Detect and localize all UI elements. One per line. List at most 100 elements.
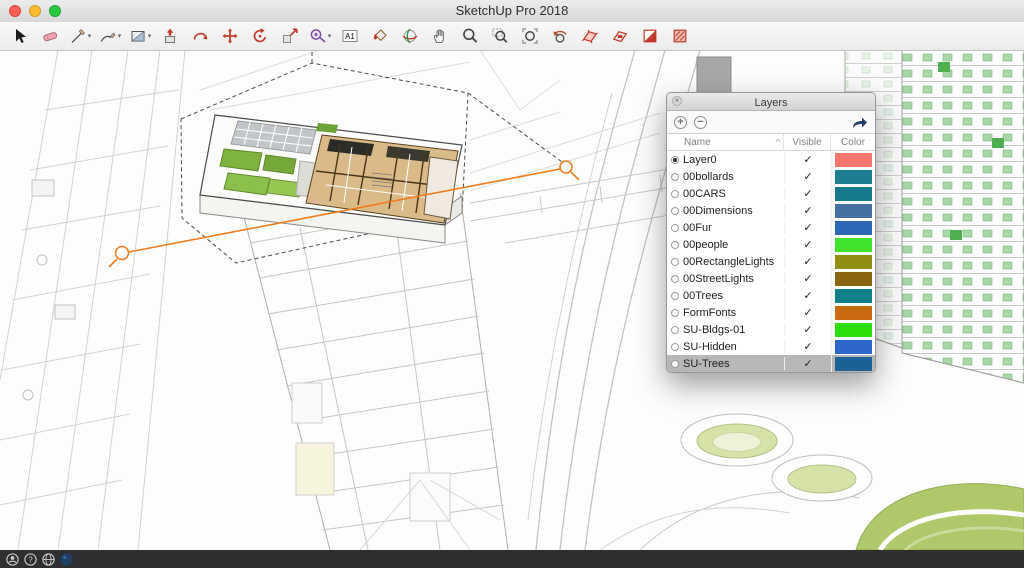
layer-name[interactable]: SU-Bldgs-01: [683, 324, 784, 336]
paint-bucket-tool-button[interactable]: [366, 24, 394, 48]
layer-visible-checkbox[interactable]: ✓: [784, 221, 831, 234]
layer-name[interactable]: 00people: [683, 239, 784, 251]
remove-layer-button[interactable]: −: [694, 116, 707, 129]
layer-color-swatch[interactable]: [831, 202, 875, 219]
layer-name[interactable]: 00Fur: [683, 222, 784, 234]
zoom-extents-tool-button[interactable]: [516, 24, 544, 48]
layer-visible-checkbox[interactable]: ✓: [784, 238, 831, 251]
current-layer-radio[interactable]: [671, 360, 679, 368]
layer-row-FormFonts[interactable]: FormFonts✓: [667, 304, 875, 321]
layer-visible-checkbox[interactable]: ✓: [784, 340, 831, 353]
person-icon[interactable]: [6, 553, 19, 566]
layer-name[interactable]: 00Dimensions: [683, 205, 784, 217]
layer-row-SU-Hidden[interactable]: SU-Hidden✓: [667, 338, 875, 355]
pan-tool-button[interactable]: [426, 24, 454, 48]
layer-row-00Trees[interactable]: 00Trees✓: [667, 287, 875, 304]
current-layer-radio[interactable]: [671, 173, 679, 181]
previous-view-tool-button[interactable]: [546, 24, 574, 48]
layer-color-swatch[interactable]: [831, 185, 875, 202]
layer-visible-checkbox[interactable]: ✓: [784, 187, 831, 200]
layer-visible-checkbox[interactable]: ✓: [784, 204, 831, 217]
current-layer-radio[interactable]: [671, 207, 679, 215]
help-icon[interactable]: ?: [24, 553, 37, 566]
layer-visible-checkbox[interactable]: ✓: [784, 357, 831, 370]
push-pull-tool-button[interactable]: [156, 24, 184, 48]
layer-color-swatch[interactable]: [831, 151, 875, 168]
current-layer-radio[interactable]: [671, 275, 679, 283]
globe-icon[interactable]: [42, 553, 55, 566]
current-layer-radio[interactable]: [671, 190, 679, 198]
layer-name[interactable]: 00bollards: [683, 171, 784, 183]
current-layer-radio[interactable]: [671, 156, 679, 164]
layer-name[interactable]: SU-Trees: [683, 358, 784, 370]
layer-row-00Fur[interactable]: 00Fur✓: [667, 219, 875, 236]
layer-color-swatch[interactable]: [831, 253, 875, 270]
layer-name[interactable]: FormFonts: [683, 307, 784, 319]
section-fill-tool-button[interactable]: [666, 24, 694, 48]
layer-visible-checkbox[interactable]: ✓: [784, 289, 831, 302]
rotate-tool-button[interactable]: [246, 24, 274, 48]
layer-row-SU-Bldgs-01[interactable]: SU-Bldgs-01✓: [667, 321, 875, 338]
current-layer-radio[interactable]: [671, 258, 679, 266]
line-tool-button[interactable]: ▾: [66, 24, 94, 48]
floorplan-model[interactable]: [200, 115, 462, 243]
layer-row-00RectangleLights[interactable]: 00RectangleLights✓: [667, 253, 875, 270]
layer-visible-checkbox[interactable]: ✓: [784, 170, 831, 183]
layer-row-00StreetLights[interactable]: 00StreetLights✓: [667, 270, 875, 287]
layer-visible-checkbox[interactable]: ✓: [784, 272, 831, 285]
current-layer-radio[interactable]: [671, 241, 679, 249]
layer-name[interactable]: 00Trees: [683, 290, 784, 302]
arc-tool-button[interactable]: ▾: [96, 24, 124, 48]
layer-name[interactable]: 00RectangleLights: [683, 256, 784, 268]
zoom-tool-button[interactable]: [456, 24, 484, 48]
select-tool-button[interactable]: [6, 24, 34, 48]
dropdown-caret-icon[interactable]: ▾: [118, 32, 122, 40]
section-plane-tool-button[interactable]: [576, 24, 604, 48]
display-section-planes-tool-button[interactable]: [606, 24, 634, 48]
layer-row-00people[interactable]: 00people✓: [667, 236, 875, 253]
dimension-tool-button[interactable]: A1: [336, 24, 364, 48]
eraser-tool-button[interactable]: [36, 24, 64, 48]
layer-color-swatch[interactable]: [831, 236, 875, 253]
layers-panel-titlebar[interactable]: × Layers: [667, 93, 875, 111]
layer-row-00bollards[interactable]: 00bollards✓: [667, 168, 875, 185]
layer-color-swatch[interactable]: [831, 219, 875, 236]
layer-name[interactable]: 00StreetLights: [683, 273, 784, 285]
layer-name[interactable]: SU-Hidden: [683, 341, 784, 353]
current-layer-radio[interactable]: [671, 292, 679, 300]
dropdown-caret-icon[interactable]: ▾: [88, 32, 92, 40]
dropdown-caret-icon[interactable]: ▾: [328, 32, 332, 40]
layer-row-00CARS[interactable]: 00CARS✓: [667, 185, 875, 202]
shapes-tool-button[interactable]: ▾: [126, 24, 154, 48]
layer-color-swatch[interactable]: [831, 304, 875, 321]
orb-icon[interactable]: [60, 553, 73, 566]
layer-name[interactable]: 00CARS: [683, 188, 784, 200]
layer-visible-checkbox[interactable]: ✓: [784, 153, 831, 166]
current-layer-radio[interactable]: [671, 343, 679, 351]
layer-row-00Dimensions[interactable]: 00Dimensions✓: [667, 202, 875, 219]
display-section-cuts-tool-button[interactable]: [636, 24, 664, 48]
window-titlebar[interactable]: SketchUp Pro 2018: [0, 0, 1024, 23]
column-header-color[interactable]: Color: [831, 134, 875, 150]
orbit-tool-button[interactable]: [396, 24, 424, 48]
zoom-window-tool-button[interactable]: [486, 24, 514, 48]
current-layer-radio[interactable]: [671, 224, 679, 232]
layer-visible-checkbox[interactable]: ✓: [784, 306, 831, 319]
layer-color-swatch[interactable]: [831, 270, 875, 287]
column-header-name[interactable]: Name: [684, 137, 711, 148]
layer-row-SU-Trees[interactable]: SU-Trees✓: [667, 355, 875, 372]
current-layer-radio[interactable]: [671, 326, 679, 334]
layer-color-swatch[interactable]: [831, 168, 875, 185]
add-layer-button[interactable]: +: [674, 116, 687, 129]
follow-me-tool-button[interactable]: [186, 24, 214, 48]
layer-color-swatch[interactable]: [831, 338, 875, 355]
move-tool-button[interactable]: [216, 24, 244, 48]
tape-measure-tool-button[interactable]: ▾: [306, 24, 334, 48]
layer-row-Layer0[interactable]: Layer0✓: [667, 151, 875, 168]
layer-name[interactable]: Layer0: [683, 154, 784, 166]
dropdown-caret-icon[interactable]: ▾: [148, 32, 152, 40]
panel-close-button[interactable]: ×: [672, 96, 682, 106]
layer-color-swatch[interactable]: [831, 355, 875, 372]
layer-visible-checkbox[interactable]: ✓: [784, 323, 831, 336]
layer-color-swatch[interactable]: [831, 321, 875, 338]
